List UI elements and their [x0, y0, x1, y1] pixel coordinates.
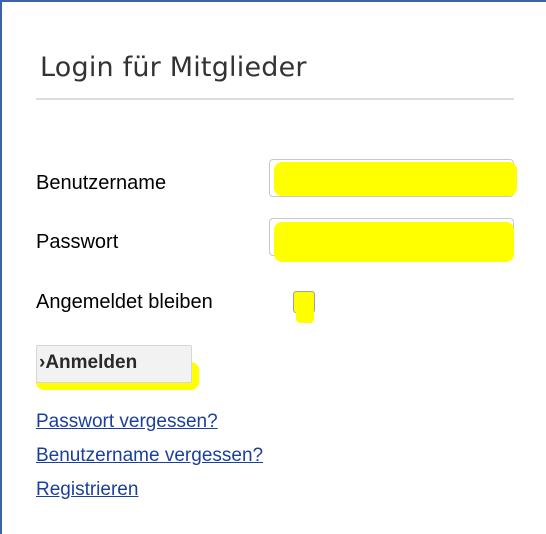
title-divider: [36, 98, 514, 100]
forgot-password-link[interactable]: Passwort vergessen?: [36, 411, 218, 433]
username-input[interactable]: [269, 159, 514, 197]
login-module: Login für Mitglieder Benutzername Passwo…: [0, 0, 546, 534]
register-link[interactable]: Registrieren: [36, 479, 138, 501]
remember-checkbox[interactable]: [293, 291, 315, 313]
login-button[interactable]: ›Anmelden: [36, 345, 192, 383]
login-title: Login für Mitglieder: [40, 52, 307, 83]
password-input[interactable]: [269, 218, 514, 256]
remember-label: Angemeldet bleiben: [36, 291, 213, 313]
login-button-label: Anmelden: [45, 352, 138, 373]
forgot-username-link[interactable]: Benutzername vergessen?: [36, 445, 263, 467]
login-button-text: ›Anmelden: [39, 352, 137, 374]
password-label: Passwort: [36, 231, 119, 253]
username-label: Benutzername: [36, 172, 167, 194]
